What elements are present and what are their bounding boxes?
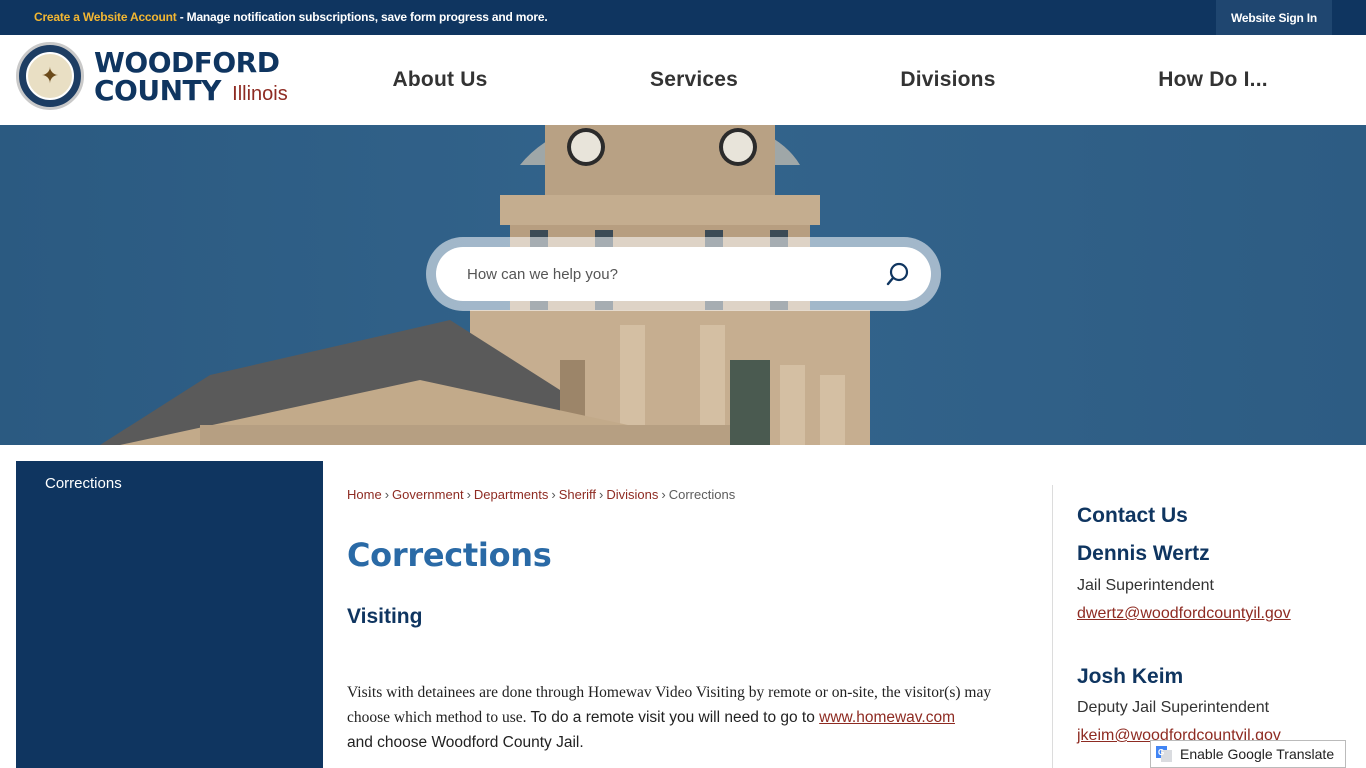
breadcrumb-government[interactable]: Government xyxy=(392,487,464,502)
search-container: How can we help you? xyxy=(426,237,941,311)
breadcrumb-departments[interactable]: Departments xyxy=(474,487,548,502)
site-logo[interactable]: WOODFORD COUNTY Illinois xyxy=(94,49,288,108)
search-icon xyxy=(886,262,909,286)
breadcrumb: Home › Government › Departments › Sheriff › Divi… xyxy=(347,487,736,502)
nav-how-do-i[interactable]: How Do I... xyxy=(1113,35,1313,125)
page-title: Corrections xyxy=(347,536,552,574)
contact-name: Dennis Wertz xyxy=(1077,542,1210,565)
svg-text:G: G xyxy=(1158,748,1164,757)
google-translate-icon: G xyxy=(1156,746,1172,762)
contact-heading: Contact Us xyxy=(1077,504,1188,527)
nav-divisions[interactable]: Divisions xyxy=(848,35,1048,125)
sidebar-item-corrections[interactable]: Corrections xyxy=(45,475,122,492)
breadcrumb-divisions[interactable]: Divisions xyxy=(606,487,658,502)
sign-in-button[interactable]: Website Sign In xyxy=(1216,0,1332,35)
brand-line2: COUNTY Illinois xyxy=(94,74,288,107)
account-banner: Create a Website Account - Manage notifi… xyxy=(34,10,548,24)
eagle-icon: ✦ xyxy=(26,52,74,100)
account-banner-text: - Manage notification subscriptions, sav… xyxy=(176,10,548,24)
search-input[interactable]: How can we help you? xyxy=(436,247,931,301)
search-placeholder: How can we help you? xyxy=(467,266,618,283)
nav-services[interactable]: Services xyxy=(594,35,794,125)
paragraph-text-2: and choose Woodford County Jail. xyxy=(347,734,584,751)
contact-name: Josh Keim xyxy=(1077,665,1184,688)
brand-line1: WOODFORD xyxy=(94,46,280,79)
google-translate-button[interactable]: G Enable Google Translate xyxy=(1150,740,1346,768)
breadcrumb-current: Corrections xyxy=(668,487,736,502)
breadcrumb-sheriff[interactable]: Sheriff xyxy=(559,487,596,502)
site-header: ✦ WOODFORD COUNTY Illinois About Us Serv… xyxy=(0,35,1366,125)
brand-state: Illinois xyxy=(232,83,288,105)
search-button[interactable] xyxy=(877,253,919,295)
contact-role: Jail Superintendent xyxy=(1077,577,1214,594)
column-divider xyxy=(1052,485,1053,768)
create-account-link[interactable]: Create a Website Account xyxy=(34,10,177,24)
nav-about-us[interactable]: About Us xyxy=(340,35,540,125)
paragraph-text-1: To do a remote visit you will need to go… xyxy=(526,709,820,726)
county-seal-logo[interactable]: ✦ xyxy=(16,42,84,110)
breadcrumb-home[interactable]: Home xyxy=(347,487,382,502)
contact-email-link[interactable]: dwertz@woodfordcountyil.gov xyxy=(1077,605,1291,623)
section-heading: Visiting xyxy=(347,605,423,628)
top-bar: Create a Website Account - Manage notifi… xyxy=(0,0,1366,35)
homewav-link[interactable]: www.homewav.com xyxy=(819,709,955,726)
hero-banner: How can we help you? xyxy=(0,125,1366,445)
contact-role: Deputy Jail Superintendent xyxy=(1077,699,1270,716)
visiting-paragraph: Visits with detainees are done through H… xyxy=(347,680,1027,755)
translate-label: Enable Google Translate xyxy=(1180,746,1335,762)
side-nav: Corrections xyxy=(16,461,323,768)
